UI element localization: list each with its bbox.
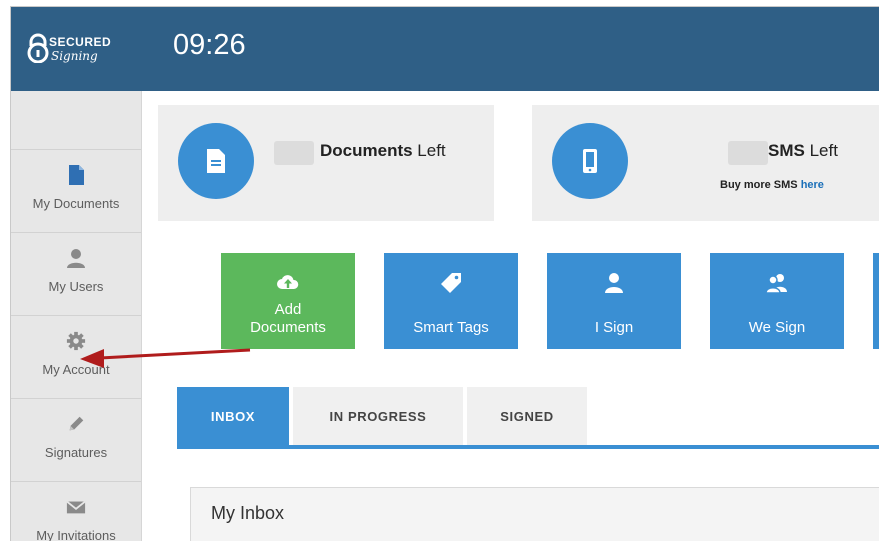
envelope-icon xyxy=(66,500,86,514)
document-icon xyxy=(69,165,84,185)
lock-icon xyxy=(27,33,49,63)
sidebar-item-my-account[interactable]: My Account xyxy=(11,315,141,398)
buy-more-sms-link[interactable]: here xyxy=(801,179,824,191)
sidebar-item-label: My Invitations xyxy=(36,528,116,541)
sms-circle xyxy=(552,123,628,199)
sidebar-item-my-users[interactable]: My Users xyxy=(11,232,141,315)
tag-icon xyxy=(441,273,461,293)
logo[interactable]: SECURED Signing xyxy=(19,19,147,75)
add-documents-label: Add Documents xyxy=(250,301,326,336)
smart-tags-label: Smart Tags xyxy=(413,319,489,336)
mobile-phone-icon xyxy=(583,149,597,173)
logo-text-top: SECURED xyxy=(49,35,112,49)
add-documents-button[interactable]: Add Documents xyxy=(221,253,355,349)
users-icon xyxy=(765,274,787,294)
sms-left-card: SMS Left Buy more SMS here xyxy=(532,105,879,221)
documents-circle xyxy=(178,123,254,199)
app-window: SECURED Signing 09:26 My Documents My Us… xyxy=(10,6,879,541)
main-content: Documents Left SMS Left Buy more SMS her… xyxy=(142,91,879,541)
we-sign-label: We Sign xyxy=(748,319,806,336)
sms-count-redacted xyxy=(728,141,768,165)
documents-left-card: Documents Left xyxy=(158,105,494,221)
documents-left-label: Documents Left xyxy=(320,141,446,160)
my-inbox-title: My Inbox xyxy=(211,503,285,523)
pencil-icon xyxy=(69,416,84,431)
sidebar-item-label: Signatures xyxy=(44,445,108,460)
buy-more-sms-text: Buy more SMS here xyxy=(720,179,824,191)
sidebar-item-label: My Account xyxy=(42,362,110,377)
i-sign-label: I Sign xyxy=(594,319,634,336)
more-actions-tile-partial[interactable] xyxy=(873,253,879,349)
logo-text-bottom: Signing xyxy=(51,49,98,63)
document-icon xyxy=(207,149,225,173)
user-icon xyxy=(605,273,623,293)
sidebar-item-signatures[interactable]: Signatures xyxy=(11,398,141,481)
session-clock: 09:26 xyxy=(173,29,246,61)
sidebar-item-my-invitations[interactable]: My Invitations xyxy=(11,481,141,541)
sms-left-label: SMS Left xyxy=(768,141,838,160)
sidebar-item-label: My Documents xyxy=(32,196,120,211)
my-inbox-panel-header: My Inbox xyxy=(190,487,879,541)
tab-in-progress[interactable]: IN PROGRESS xyxy=(293,387,463,445)
inbox-tabs: INBOX IN PROGRESS SIGNED xyxy=(177,387,879,445)
smart-tags-button[interactable]: Smart Tags xyxy=(384,253,518,349)
sidebar: My Documents My Users My Account Signatu… xyxy=(11,91,142,541)
top-bar: SECURED Signing 09:26 xyxy=(11,7,879,91)
sidebar-item-my-documents[interactable]: My Documents xyxy=(11,149,141,232)
tab-underline xyxy=(177,445,879,449)
user-icon xyxy=(67,249,85,268)
gear-icon xyxy=(66,331,86,351)
we-sign-button[interactable]: We Sign xyxy=(710,253,844,349)
cloud-upload-icon xyxy=(277,275,299,289)
i-sign-button[interactable]: I Sign xyxy=(547,253,681,349)
tab-inbox[interactable]: INBOX xyxy=(177,387,289,445)
tab-signed[interactable]: SIGNED xyxy=(467,387,587,445)
documents-count-redacted xyxy=(274,141,314,165)
sidebar-item-label: My Users xyxy=(48,279,104,294)
